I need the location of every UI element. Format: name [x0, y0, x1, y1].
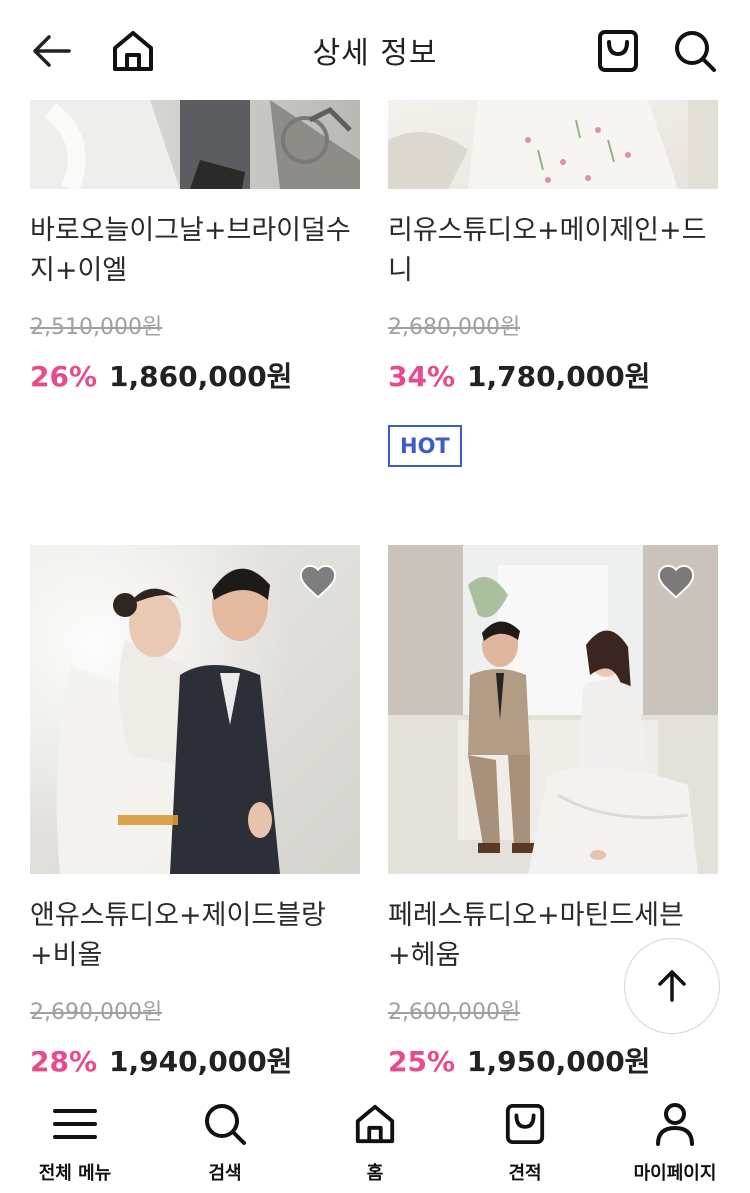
nav-label: 마이페이지 — [633, 1163, 717, 1184]
product-photo-wedding — [388, 100, 718, 189]
nav-item-mypage[interactable]: 마이페이지 — [600, 1085, 750, 1193]
sale-price: 1,950,000원 — [467, 1045, 651, 1078]
user-icon — [652, 1101, 698, 1147]
product-card[interactable]: 바로오늘이그날+브라이덜수지+이엘 2,510,000원 26% 1,860,0… — [30, 100, 360, 393]
product-image[interactable] — [388, 100, 718, 189]
product-name[interactable]: 바로오늘이그날+브라이덜수지+이엘 — [30, 211, 360, 291]
discount-rate: 28% — [30, 1045, 98, 1078]
top-header: 상세 정보 — [0, 0, 750, 100]
sale-price: 1,780,000원 — [467, 360, 651, 393]
product-name[interactable]: 리유스튜디오+메이제인+드니 — [388, 211, 718, 291]
price-row: 28% 1,940,000원 — [30, 1040, 360, 1078]
nav-label: 홈 — [366, 1163, 384, 1184]
original-price: 2,690,000원 — [30, 1000, 163, 1025]
search-icon[interactable] — [670, 26, 720, 76]
home-icon — [352, 1101, 398, 1147]
original-price: 2,680,000원 — [388, 315, 521, 340]
scroll-top-button[interactable] — [624, 938, 720, 1034]
nav-item-menu[interactable]: 전체 메뉴 — [0, 1085, 150, 1193]
bag-icon — [502, 1101, 548, 1147]
product-name[interactable]: 앤유스튜디오+제이드블랑+비올 — [30, 896, 360, 976]
discount-rate: 26% — [30, 360, 98, 393]
search-icon — [202, 1101, 248, 1147]
bag-icon[interactable] — [593, 26, 643, 76]
product-image[interactable] — [30, 545, 360, 874]
product-card[interactable]: 앤유스튜디오+제이드블랑+비올 2,690,000원 28% 1,940,000… — [30, 545, 360, 1078]
discount-rate: 34% — [388, 360, 456, 393]
price-row: 34% 1,780,000원 — [388, 355, 718, 393]
arrow-up-icon — [658, 970, 686, 1002]
sale-price: 1,860,000원 — [109, 360, 293, 393]
nav-label: 전체 메뉴 — [38, 1163, 112, 1184]
menu-icon — [52, 1101, 98, 1147]
wishlist-heart-icon[interactable] — [298, 563, 338, 599]
product-card[interactable]: 리유스튜디오+메이제인+드니 2,680,000원 34% 1,780,000원… — [388, 100, 718, 467]
original-price: 2,510,000원 — [30, 315, 163, 340]
product-image[interactable] — [30, 100, 360, 189]
wishlist-heart-icon[interactable] — [656, 563, 696, 599]
price-row: 26% 1,860,000원 — [30, 355, 360, 393]
sale-price: 1,940,000원 — [109, 1045, 293, 1078]
nav-item-home[interactable]: 홈 — [300, 1085, 450, 1193]
nav-item-search[interactable]: 검색 — [150, 1085, 300, 1193]
nav-label: 견적 — [508, 1163, 542, 1184]
price-row: 25% 1,950,000원 — [388, 1040, 718, 1078]
bottom-nav: 전체 메뉴 검색 홈 견적 마이페이지 — [0, 1085, 750, 1193]
product-image[interactable] — [388, 545, 718, 874]
hot-badge: HOT — [388, 425, 462, 467]
nav-label: 검색 — [208, 1163, 242, 1184]
nav-item-estimate[interactable]: 견적 — [450, 1085, 600, 1193]
discount-rate: 25% — [388, 1045, 456, 1078]
product-photo-wedding — [30, 100, 360, 189]
